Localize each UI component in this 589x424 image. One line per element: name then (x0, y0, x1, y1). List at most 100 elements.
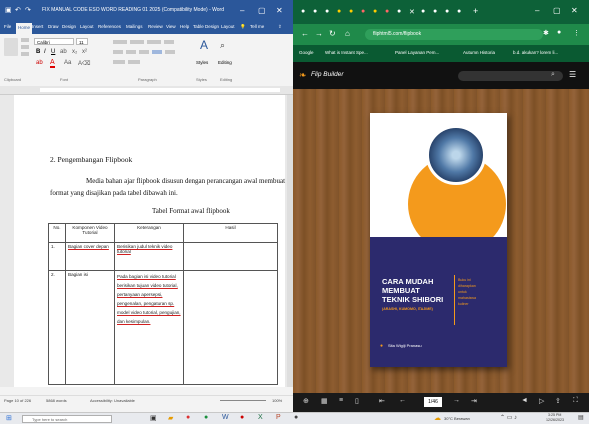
italic-icon[interactable]: I (44, 49, 46, 55)
powerpoint-app-icon[interactable]: P (276, 414, 281, 421)
bookmark-item[interactable]: What is Instant Spe... (325, 50, 368, 55)
weather-text[interactable]: 30°C Berawan (444, 416, 470, 421)
tab-favicon-icon[interactable]: ● (313, 8, 317, 15)
tab-mailings[interactable]: Mailings (126, 24, 143, 29)
status-accessibility[interactable]: Accessibility: Unavailable (90, 398, 135, 403)
zoom-slider[interactable] (220, 400, 266, 401)
zoom-icon[interactable]: ⊕ (303, 397, 309, 405)
status-zoom[interactable]: 100% (272, 398, 282, 403)
extensions-icon[interactable]: ✱ (543, 29, 549, 37)
close-icon[interactable]: ✕ (276, 6, 283, 15)
flipbook-search-input[interactable] (458, 71, 563, 81)
forward-icon[interactable]: → (315, 29, 323, 38)
app-icon[interactable]: ● (186, 414, 190, 421)
shading-icon[interactable] (113, 60, 125, 64)
paste-icon[interactable] (4, 38, 18, 56)
tab-favicon-icon[interactable]: ● (361, 8, 365, 15)
tab-favicon-icon[interactable]: ● (433, 8, 437, 15)
tab-home[interactable]: Home (16, 23, 33, 34)
align-right-icon[interactable] (139, 50, 149, 54)
tab-favicon-icon[interactable]: ● (457, 8, 461, 15)
tell-me-box[interactable]: Tell me (250, 24, 264, 29)
justify-icon[interactable] (152, 50, 162, 54)
status-words[interactable]: 5868 words (46, 398, 67, 403)
book-cover[interactable]: ◆ CARA MUDAH MEMBUAT TEKNIK SHIBORI (ARA… (370, 113, 507, 367)
font-name-select[interactable]: Calibri (34, 38, 74, 45)
save-icon[interactable]: ▣ (5, 6, 12, 14)
tab-favicon-icon[interactable]: ● (325, 8, 329, 15)
fullscreen-icon[interactable]: ⛶ (573, 397, 578, 405)
tab-favicon-icon[interactable]: ● (349, 8, 353, 15)
bookmark-item[interactable]: Panel Layanan Pem... (395, 50, 439, 55)
tab-favicon-icon[interactable]: ● (397, 8, 401, 15)
undo-icon[interactable]: ↶ (15, 6, 21, 14)
status-page[interactable]: Page 10 of 226 (4, 398, 31, 403)
multilevel-list-icon[interactable] (147, 40, 161, 44)
bookmark-item[interactable]: Autumn Historia (463, 50, 495, 55)
toc-icon[interactable]: ≡ (339, 397, 343, 404)
strikethrough-icon[interactable]: ab (60, 49, 67, 55)
close-icon[interactable]: ✕ (571, 6, 578, 15)
address-bar[interactable]: fliphtml5.com/flipbook (365, 29, 543, 40)
horizontal-ruler[interactable] (0, 86, 293, 95)
tab-favicon-icon[interactable]: ● (337, 8, 341, 15)
hamburger-menu-icon[interactable]: ☰ (569, 70, 576, 79)
format-table[interactable]: No. Komponen Video Tutorial Keterangan H… (48, 223, 278, 385)
font-color-icon[interactable]: A (50, 59, 55, 68)
tab-file[interactable]: File (4, 24, 11, 29)
bullets-icon[interactable] (113, 40, 127, 44)
tab-review[interactable]: Review (148, 24, 163, 29)
menu-icon[interactable]: ⋮ (573, 29, 580, 37)
minimize-icon[interactable]: – (535, 6, 539, 15)
notifications-icon[interactable]: ▤ (578, 414, 584, 421)
tab-table-layout[interactable]: Layout (221, 24, 235, 29)
taskbar-search-input[interactable]: Type here to search (22, 415, 112, 423)
sound-icon[interactable]: ◄ (521, 397, 528, 404)
text-highlight-icon[interactable]: ab (36, 60, 43, 66)
borders-icon[interactable] (128, 60, 140, 64)
tab-draw[interactable]: Draw (48, 24, 59, 29)
tab-favicon-icon[interactable]: ● (373, 8, 377, 15)
tray-icons[interactable]: ⌃ ▭ ♪ (500, 414, 517, 421)
clock-time[interactable]: 3:25 PM (548, 413, 561, 417)
bold-icon[interactable]: B (36, 49, 40, 55)
change-case-icon[interactable]: Aa (64, 60, 71, 66)
copy-icon[interactable] (21, 45, 29, 49)
underline-icon[interactable]: U (51, 49, 55, 55)
home-icon[interactable]: ⌂ (345, 29, 350, 38)
document-page[interactable]: 2. Pengembangan Flipbook Media bahan aja… (14, 95, 285, 387)
line-spacing-icon[interactable] (165, 50, 175, 54)
autoplay-icon[interactable]: ▷ (539, 397, 544, 405)
tab-favicon-icon[interactable]: ● (421, 8, 425, 15)
find-icon[interactable]: ⌕ (220, 40, 230, 52)
tab-layout[interactable]: Layout (80, 24, 94, 29)
clock-date[interactable]: 12/26/2023 (546, 418, 564, 422)
app-icon[interactable]: ● (240, 414, 244, 421)
chrome-icon[interactable]: ● (204, 414, 208, 421)
thumbnails-icon[interactable]: ▦ (321, 397, 328, 405)
first-page-icon[interactable]: ⇤ (379, 397, 385, 405)
tab-favicon-icon[interactable]: ● (385, 8, 389, 15)
new-tab-icon[interactable]: + (473, 6, 478, 16)
windows-start-icon[interactable]: ⊞ (6, 414, 12, 422)
search-icon[interactable]: ⌕ (551, 71, 555, 79)
task-view-icon[interactable]: ▣ (150, 414, 157, 422)
styles-button[interactable]: Styles (196, 60, 208, 65)
minimize-icon[interactable]: – (240, 6, 244, 15)
tab-design[interactable]: Design (62, 24, 76, 29)
reload-icon[interactable]: ↻ (329, 29, 336, 38)
bookmark-item[interactable]: b.d. akukan? lorem li... (513, 50, 558, 55)
tab-insert[interactable]: Insert (32, 24, 43, 29)
word-app-icon[interactable]: W (222, 414, 229, 421)
decrease-indent-icon[interactable] (164, 40, 174, 44)
subscript-icon[interactable]: x₂ (72, 49, 77, 55)
profile-icon[interactable]: ● (557, 29, 561, 36)
align-left-icon[interactable] (113, 50, 123, 54)
editing-button[interactable]: Editing (218, 60, 232, 65)
app-icon[interactable]: ● (294, 414, 298, 421)
tab-favicon-icon[interactable]: ● (301, 8, 305, 15)
page-number-input[interactable]: 1/46 (424, 397, 442, 407)
styles-gallery-icon[interactable]: A (196, 38, 212, 56)
format-painter-icon[interactable] (21, 52, 29, 56)
numbering-icon[interactable] (130, 40, 144, 44)
